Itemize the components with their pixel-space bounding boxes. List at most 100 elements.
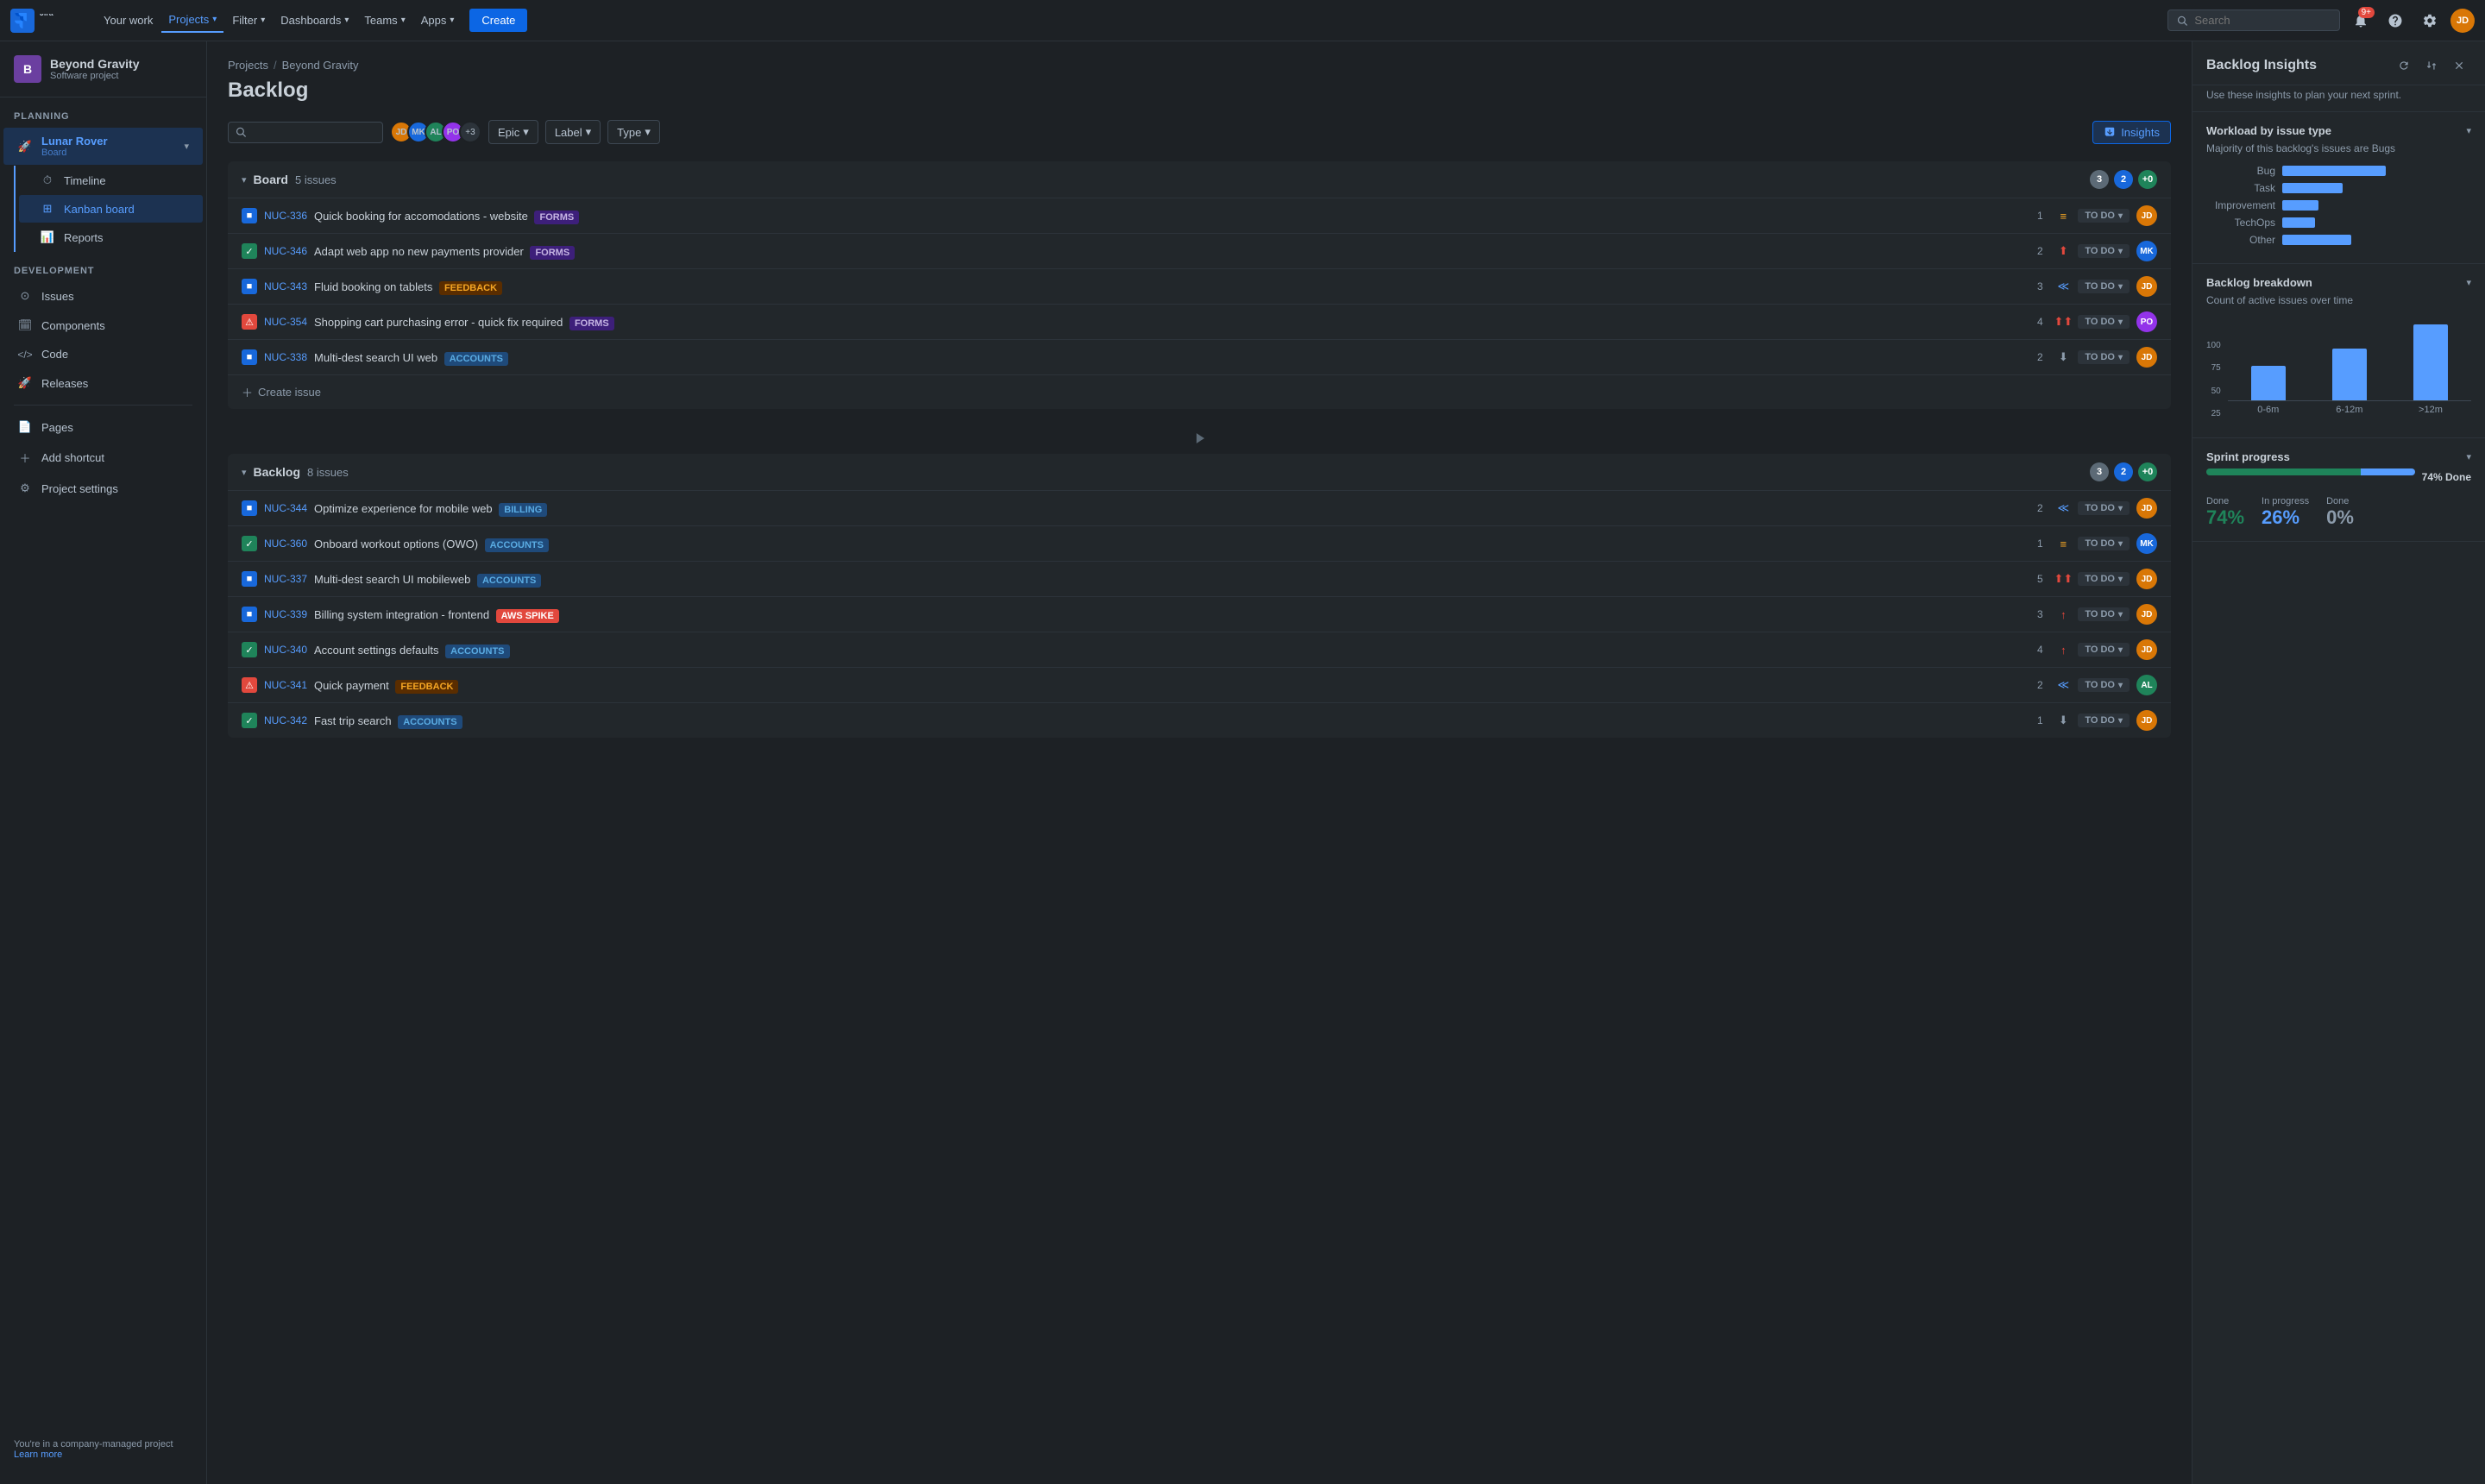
breakdown-section-header: Backlog breakdown ▾ [2206,276,2471,289]
workload-section: Workload by issue type ▾ Majority of thi… [2192,112,2485,264]
your-work-link[interactable]: Your work [97,9,160,32]
search-filter[interactable] [228,122,383,143]
issue-avatar: MK [2136,533,2157,554]
status-badge[interactable]: TO DO▾ [2078,714,2130,727]
table-row[interactable]: ⚠ NUC-354 Shopping cart purchasing error… [228,304,2171,339]
filter-link[interactable]: Filter▾ [225,9,272,32]
issue-key[interactable]: NUC-354 [264,316,307,328]
epic-filter[interactable]: Epic ▾ [488,120,538,144]
issue-key[interactable]: NUC-340 [264,644,307,656]
breadcrumb-sep1: / [274,59,277,72]
table-row[interactable]: ■ NUC-339 Billing system integration - f… [228,596,2171,632]
sidebar-item-components[interactable]: 🗓 Components [3,311,203,339]
sidebar-item-kanban[interactable]: ⊞ Kanban board [19,195,203,223]
issue-key[interactable]: NUC-344 [264,502,307,514]
jira-logo[interactable]: Jira [10,9,83,33]
insights-switch-button[interactable] [2419,53,2444,78]
search-box[interactable] [2167,9,2340,31]
issue-avatar: JD [2136,498,2157,519]
table-row[interactable]: ⚠ NUC-341 Quick payment FEEDBACK 2 ≪ TO … [228,667,2171,702]
table-row[interactable]: ✓ NUC-360 Onboard workout options (OWO) … [228,525,2171,561]
sprint-bar-wrapper: 74% Done [2206,468,2471,486]
issue-key[interactable]: NUC-343 [264,280,307,292]
sidebar-item-add-shortcut[interactable]: ＋ Add shortcut [3,443,203,473]
status-badge[interactable]: TO DO▾ [2078,643,2130,657]
apps-link[interactable]: Apps▾ [414,9,462,32]
help-button[interactable] [2381,7,2409,35]
sidebar-item-project-settings[interactable]: ⚙ Project settings [3,475,203,502]
refresh-icon [2398,60,2410,72]
type-filter[interactable]: Type ▾ [607,120,660,144]
search-input[interactable] [2194,14,2331,27]
sprint-stat-inprogress: In progress 26% [2262,496,2309,529]
insights-button[interactable]: Insights [2092,121,2171,144]
breadcrumb-project[interactable]: Beyond Gravity [282,59,359,72]
create-button[interactable]: Create [469,9,527,32]
sidebar-item-releases[interactable]: 🚀 Releases [3,369,203,397]
table-row[interactable]: ✓ NUC-340 Account settings defaults ACCO… [228,632,2171,667]
create-issue-row[interactable]: ＋ Create issue [228,374,2171,409]
status-badge[interactable]: TO DO▾ [2078,607,2130,621]
avatar-extra-count[interactable]: +3 [459,121,481,143]
table-row[interactable]: ■ NUC-343 Fluid booking on tablets FEEDB… [228,268,2171,304]
sidebar-item-issues[interactable]: ⊙ Issues [3,282,203,310]
status-badge[interactable]: TO DO▾ [2078,501,2130,515]
y-label-75: 75 [2206,363,2221,373]
status-badge[interactable]: TO DO▾ [2078,678,2130,692]
learn-more-link[interactable]: Learn more [14,1449,62,1460]
sidebar-board-parent[interactable]: 🚀 Lunar Rover Board ▾ [3,128,203,165]
breakdown-chevron[interactable]: ▾ [2466,277,2471,288]
issue-key[interactable]: NUC-342 [264,714,307,726]
issue-key[interactable]: NUC-339 [264,608,307,620]
issue-avatar: JD [2136,276,2157,297]
issue-type-icon: ■ [242,500,257,516]
breadcrumb-projects[interactable]: Projects [228,59,268,72]
status-badge[interactable]: TO DO▾ [2078,315,2130,329]
table-row[interactable]: ✓ NUC-346 Adapt web app no new payments … [228,233,2171,268]
issue-key[interactable]: NUC-341 [264,679,307,691]
status-badge[interactable]: TO DO▾ [2078,280,2130,293]
issue-key[interactable]: NUC-336 [264,210,307,222]
settings-button[interactable] [2416,7,2444,35]
projects-link[interactable]: Projects▾ [161,8,223,33]
sidebar-item-reports[interactable]: 📊 Reports [19,223,203,251]
issue-key[interactable]: NUC-360 [264,538,307,550]
sidebar-item-pages[interactable]: 📄 Pages [3,413,203,441]
table-row[interactable]: ■ NUC-337 Multi-dest search UI mobileweb… [228,561,2171,596]
notifications-button[interactable]: 9+ [2347,7,2375,35]
status-badge[interactable]: TO DO▾ [2078,244,2130,258]
workload-chevron[interactable]: ▾ [2466,125,2471,136]
issue-key[interactable]: NUC-346 [264,245,307,257]
board-section-header[interactable]: ▾ Board 5 issues 3 2 +0 [228,161,2171,198]
status-badge[interactable]: TO DO▾ [2078,209,2130,223]
board-icon: 🚀 [17,140,33,154]
table-row[interactable]: ✓ NUC-342 Fast trip search ACCOUNTS 1 ⬇ … [228,702,2171,738]
workload-section-title: Workload by issue type [2206,124,2331,137]
issue-key[interactable]: NUC-337 [264,573,307,585]
insights-refresh-button[interactable] [2392,53,2416,78]
label-filter[interactable]: Label ▾ [545,120,601,144]
sprint-chevron[interactable]: ▾ [2466,451,2471,462]
user-avatar[interactable]: JD [2450,9,2475,33]
reports-label: Reports [64,231,189,244]
status-badge[interactable]: TO DO▾ [2078,572,2130,586]
table-row[interactable]: ■ NUC-336 Quick booking for accomodation… [228,198,2171,233]
table-row[interactable]: ■ NUC-344 Optimize experience for mobile… [228,490,2171,525]
table-row[interactable]: ■ NUC-338 Multi-dest search UI web ACCOU… [228,339,2171,374]
workload-row-other: Other [2206,234,2471,246]
y-label-100: 100 [2206,341,2221,350]
sidebar-item-code[interactable]: </> Code [3,341,203,368]
dashboards-link[interactable]: Dashboards▾ [274,9,355,32]
board-section-count: 5 issues [295,173,337,186]
filter-search-input[interactable] [251,126,375,139]
priority-high-icon: ↑ [2055,642,2071,657]
issue-key[interactable]: NUC-338 [264,351,307,363]
status-badge[interactable]: TO DO▾ [2078,350,2130,364]
issue-summary: Onboard workout options (OWO) ACCOUNTS [314,538,2024,550]
status-badge[interactable]: TO DO▾ [2078,537,2130,550]
backlog-section-header[interactable]: ▾ Backlog 8 issues 3 2 +0 [228,454,2171,490]
insights-close-button[interactable] [2447,53,2471,78]
teams-link[interactable]: Teams▾ [357,9,412,32]
chart-bar-group-2 [2316,349,2383,400]
sidebar-item-timeline[interactable]: ⏱ Timeline [19,167,203,194]
